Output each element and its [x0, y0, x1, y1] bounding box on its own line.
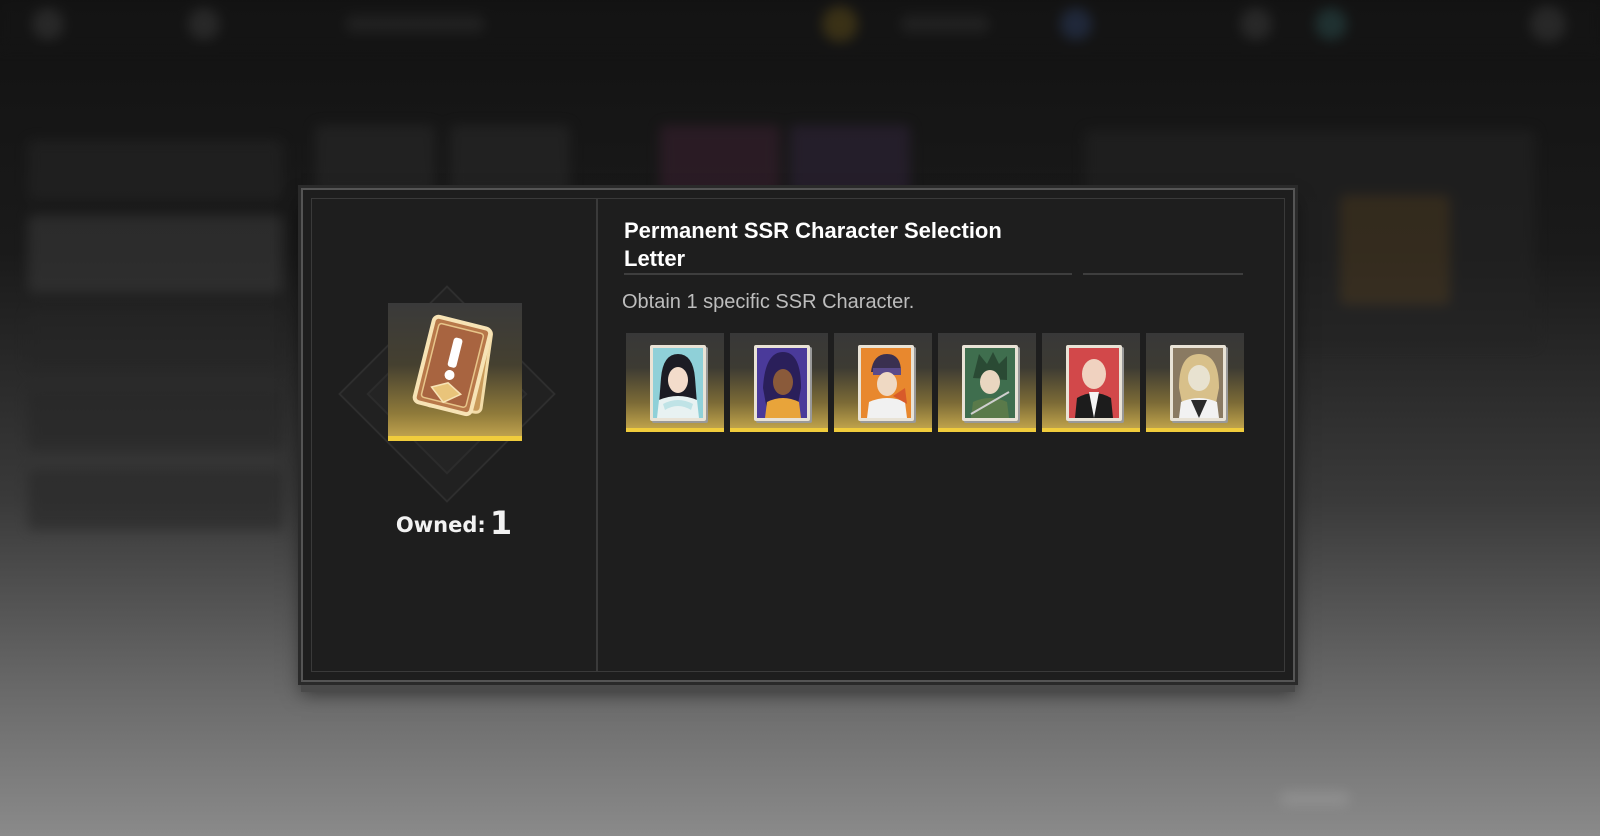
character-portrait-slot[interactable]	[938, 333, 1036, 432]
character-portrait-slot[interactable]	[834, 333, 932, 432]
item-description: Obtain 1 specific SSR Character.	[622, 291, 915, 313]
title-divider	[624, 273, 1072, 275]
character-portrait-bald	[1066, 345, 1122, 421]
rarity-bar	[388, 436, 522, 441]
background-gem-icon	[1060, 8, 1092, 40]
background-item-image	[1340, 195, 1450, 305]
dialog-inner-frame: Owned: 1 Permanent SSR Character Selectio…	[311, 198, 1285, 672]
rarity-bar	[730, 428, 828, 432]
rarity-bar	[834, 428, 932, 432]
character-portrait-slot[interactable]	[730, 333, 828, 432]
owned-count: Owned: 1	[312, 504, 596, 542]
background-sidebar-item	[28, 470, 283, 530]
item-title: Permanent SSR Character Selection Letter	[624, 218, 1002, 271]
selection-letter-icon	[400, 311, 510, 431]
owned-number: 1	[489, 504, 513, 542]
background-stamina-icon	[1315, 8, 1347, 40]
title-divider-short	[1083, 273, 1243, 275]
character-portrait-purple-hair	[754, 345, 810, 421]
background-menu-icon	[1240, 8, 1272, 40]
background-currency-icon	[822, 6, 858, 42]
owned-label: Owned:	[395, 513, 486, 537]
background-bottom-button	[1280, 792, 1350, 806]
background-top-bar	[0, 0, 1600, 48]
rarity-bar	[626, 428, 724, 432]
character-portrait-black-hair-scarf	[650, 345, 706, 421]
background-title-pill	[345, 15, 485, 33]
item-preview-pane: Owned: 1	[312, 199, 598, 671]
background-settings-icon	[1530, 6, 1566, 42]
character-portrait-slot[interactable]	[1146, 333, 1244, 432]
background-card	[790, 125, 910, 195]
character-portrait-slot[interactable]	[1042, 333, 1140, 432]
rarity-bar	[938, 428, 1036, 432]
character-portrait-green-hair	[962, 345, 1018, 421]
background-home-icon	[188, 8, 220, 40]
background-sidebar-item-active	[28, 215, 283, 293]
character-portrait-masked-blond	[1170, 345, 1226, 421]
background-card	[660, 125, 780, 195]
background-sidebar-item	[28, 390, 283, 450]
background-back-icon	[32, 8, 64, 40]
background-card	[450, 125, 570, 195]
background-currency-pill	[900, 15, 990, 33]
background-card	[315, 125, 435, 195]
item-info-pane: Permanent SSR Character Selection Letter…	[596, 199, 1284, 671]
rarity-bar	[1042, 428, 1140, 432]
item-frame	[388, 303, 522, 441]
item-detail-dialog[interactable]: Owned: 1 Permanent SSR Character Selectio…	[301, 188, 1295, 682]
background-sidebar-item	[28, 140, 283, 200]
character-portrait-slot[interactable]	[626, 333, 724, 432]
rarity-bar	[1146, 428, 1244, 432]
character-portrait-list	[626, 333, 1244, 432]
background-sidebar-item	[28, 310, 283, 370]
character-portrait-visor-orange	[858, 345, 914, 421]
